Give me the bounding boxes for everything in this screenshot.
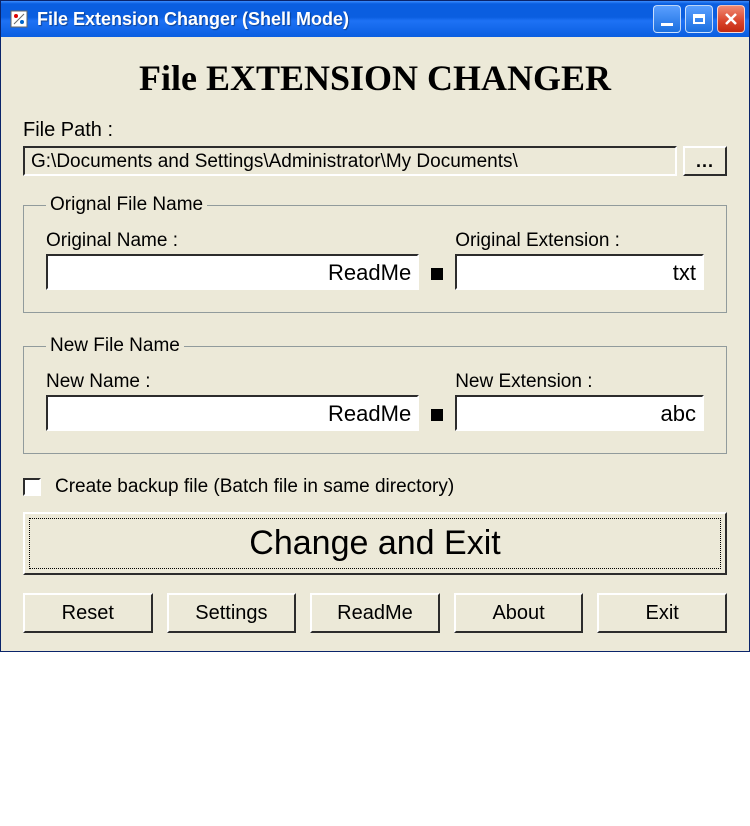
page-title: File EXTENSION CHANGER (23, 57, 727, 99)
original-name-field[interactable]: ReadMe (46, 254, 419, 290)
close-button[interactable] (717, 5, 745, 33)
exit-button[interactable]: Exit (597, 593, 727, 633)
original-ext-label: Original Extension : (455, 230, 704, 252)
app-icon (9, 9, 29, 29)
backup-checkbox-row[interactable]: Create backup file (Batch file in same d… (23, 476, 727, 498)
browse-button[interactable]: ... (683, 146, 727, 176)
original-group-legend: Orignal File Name (46, 194, 207, 216)
new-file-group: New File Name New Name : ReadMe New Exte… (23, 335, 727, 454)
new-ext-label: New Extension : (455, 371, 704, 393)
minimize-button[interactable] (653, 5, 681, 33)
new-ext-field[interactable]: abc (455, 395, 704, 431)
backup-checkbox[interactable] (23, 478, 41, 496)
file-path-field[interactable]: G:\Documents and Settings\Administrator\… (23, 146, 677, 176)
titlebar-buttons (653, 5, 745, 33)
window-title: File Extension Changer (Shell Mode) (37, 9, 653, 30)
new-name-label: New Name : (46, 371, 419, 393)
reset-button[interactable]: Reset (23, 593, 153, 633)
file-path-row: G:\Documents and Settings\Administrator\… (23, 146, 727, 176)
dot-separator-icon (431, 409, 443, 421)
app-window: File Extension Changer (Shell Mode) File… (0, 0, 750, 652)
readme-button[interactable]: ReadMe (310, 593, 440, 633)
change-and-exit-button[interactable]: Change and Exit (23, 512, 727, 575)
original-name-label: Original Name : (46, 230, 419, 252)
new-group-legend: New File Name (46, 335, 184, 357)
dot-separator-icon (431, 268, 443, 280)
new-name-field[interactable]: ReadMe (46, 395, 419, 431)
maximize-button[interactable] (685, 5, 713, 33)
settings-button[interactable]: Settings (167, 593, 297, 633)
bottom-button-row: Reset Settings ReadMe About Exit (23, 593, 727, 633)
titlebar: File Extension Changer (Shell Mode) (1, 1, 749, 37)
original-file-group: Orignal File Name Original Name : ReadMe… (23, 194, 727, 313)
original-ext-field[interactable]: txt (455, 254, 704, 290)
file-path-label: File Path : (23, 119, 727, 142)
about-button[interactable]: About (454, 593, 584, 633)
client-area: File EXTENSION CHANGER File Path : G:\Do… (1, 37, 749, 651)
backup-checkbox-label: Create backup file (Batch file in same d… (55, 476, 454, 498)
